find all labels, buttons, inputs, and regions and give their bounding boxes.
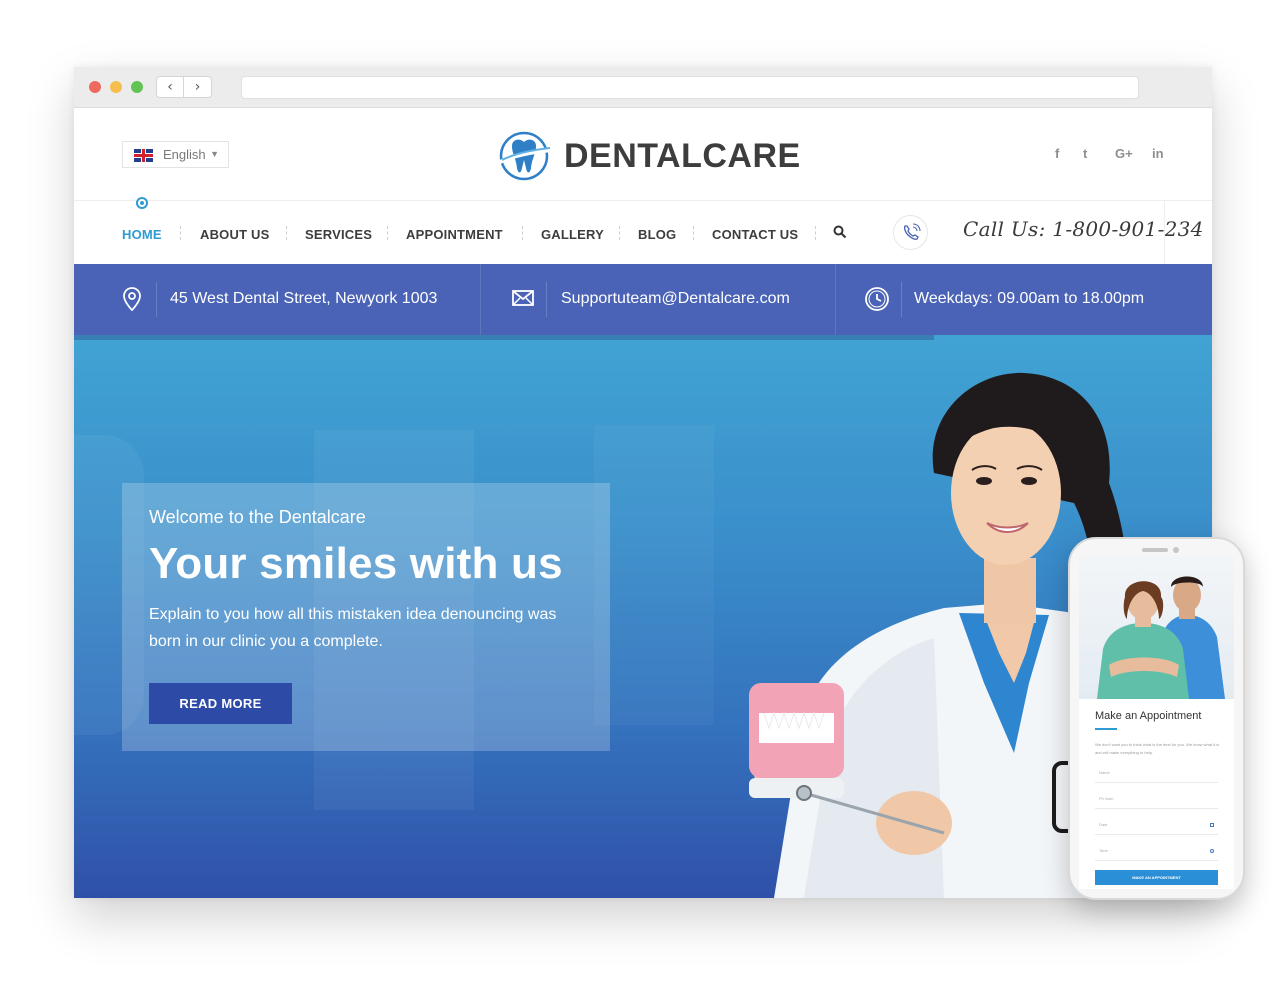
language-selector[interactable]: English ▼ xyxy=(122,141,229,168)
mobile-phone-field[interactable]: Ph Num xyxy=(1095,793,1218,809)
uk-flag-icon xyxy=(134,149,153,162)
hours-info: Weekdays: 09.00am to 18.00pm xyxy=(835,264,1212,335)
map-pin-icon xyxy=(123,287,141,312)
phone-icon xyxy=(893,215,928,250)
language-label: English xyxy=(163,147,206,162)
hero-caption: Welcome to the Dentalcare Your smiles wi… xyxy=(122,483,610,751)
mobile-name-field[interactable]: Name xyxy=(1095,767,1218,783)
hero-banner: Welcome to the Dentalcare Your smiles wi… xyxy=(74,335,1212,898)
nav-item-home[interactable]: HOME xyxy=(122,227,162,242)
site-header: English ▼ DENTALCARE f t G+ in xyxy=(74,108,1212,201)
calendar-icon xyxy=(1210,823,1214,827)
tooth-logo-icon xyxy=(499,131,553,181)
doctors-photo xyxy=(1079,557,1234,699)
browser-window: ‹ › English ▼ DENTALCARE f t G+ in HOME … xyxy=(74,67,1212,898)
nav-item-appointment[interactable]: APPOINTMENT xyxy=(406,227,503,242)
google-plus-icon[interactable]: G+ xyxy=(1115,146,1133,161)
linkedin-icon[interactable]: in xyxy=(1152,146,1164,161)
envelope-icon xyxy=(512,290,534,306)
address-text: 45 West Dental Street, Newyork 1003 xyxy=(170,290,438,307)
active-indicator-icon xyxy=(136,197,148,209)
phone-speaker xyxy=(1142,548,1168,552)
hours-text: Weekdays: 09.00am to 18.00pm xyxy=(914,290,1145,307)
forward-button[interactable]: › xyxy=(184,76,212,98)
nav-item-about-us[interactable]: ABOUT US xyxy=(200,227,270,242)
clock-icon xyxy=(865,287,889,311)
mobile-make-appointment-button[interactable]: MAKE AN APPOINTMENT xyxy=(1095,870,1218,885)
minimize-window-button[interactable] xyxy=(110,81,122,93)
brand-name: DENTALCARE xyxy=(564,137,801,175)
stage: ‹ › English ▼ DENTALCARE f t G+ in HOME … xyxy=(0,0,1286,981)
mobile-preview: Make an Appointment We don't want you to… xyxy=(1068,537,1245,900)
chevron-down-icon: ▼ xyxy=(210,149,219,159)
mobile-date-field[interactable]: Date xyxy=(1095,819,1218,835)
nav-item-gallery[interactable]: GALLERY xyxy=(541,227,604,242)
mobile-appointment-title: Make an Appointment xyxy=(1095,710,1202,722)
hero-headline: Your smiles with us xyxy=(149,539,563,588)
nav-item-services[interactable]: SERVICES xyxy=(305,227,372,242)
read-more-button[interactable]: READ MORE xyxy=(149,683,292,724)
close-window-button[interactable] xyxy=(89,81,101,93)
address-info: 45 West Dental Street, Newyork 1003 xyxy=(74,264,480,335)
mobile-screen: Make an Appointment We don't want you to… xyxy=(1079,557,1234,889)
email-text[interactable]: Supportuteam@Dentalcare.com xyxy=(561,290,790,308)
browser-toolbar: ‹ › xyxy=(74,67,1212,108)
contact-info-bar: 45 West Dental Street, Newyork 1003 Supp… xyxy=(74,264,1212,335)
nav-item-blog[interactable]: BLOG xyxy=(638,227,676,242)
maximize-window-button[interactable] xyxy=(131,81,143,93)
search-icon[interactable] xyxy=(833,225,847,239)
site-logo[interactable]: DENTALCARE xyxy=(498,130,801,182)
call-us-text: Call Us: 1-800-901-234 xyxy=(963,217,1204,241)
phone-camera xyxy=(1173,547,1179,553)
clock-icon xyxy=(1210,849,1214,853)
mobile-time-field[interactable]: Time xyxy=(1095,845,1218,861)
mobile-appointment-intro: We don't want you to think what is the b… xyxy=(1095,742,1220,755)
hero-welcome: Welcome to the Dentalcare xyxy=(149,507,366,527)
twitter-icon[interactable]: t xyxy=(1083,146,1087,161)
email-info: Supportuteam@Dentalcare.com xyxy=(480,264,835,335)
address-bar[interactable] xyxy=(241,76,1139,99)
facebook-icon[interactable]: f xyxy=(1055,146,1059,161)
main-nav: HOME ABOUT US SERVICES APPOINTMENT GALLE… xyxy=(74,197,1212,264)
hero-description: Explain to you how all this mistaken ide… xyxy=(149,606,557,650)
nav-item-contact-us[interactable]: CONTACT US xyxy=(712,227,798,242)
back-button[interactable]: ‹ xyxy=(156,76,184,98)
